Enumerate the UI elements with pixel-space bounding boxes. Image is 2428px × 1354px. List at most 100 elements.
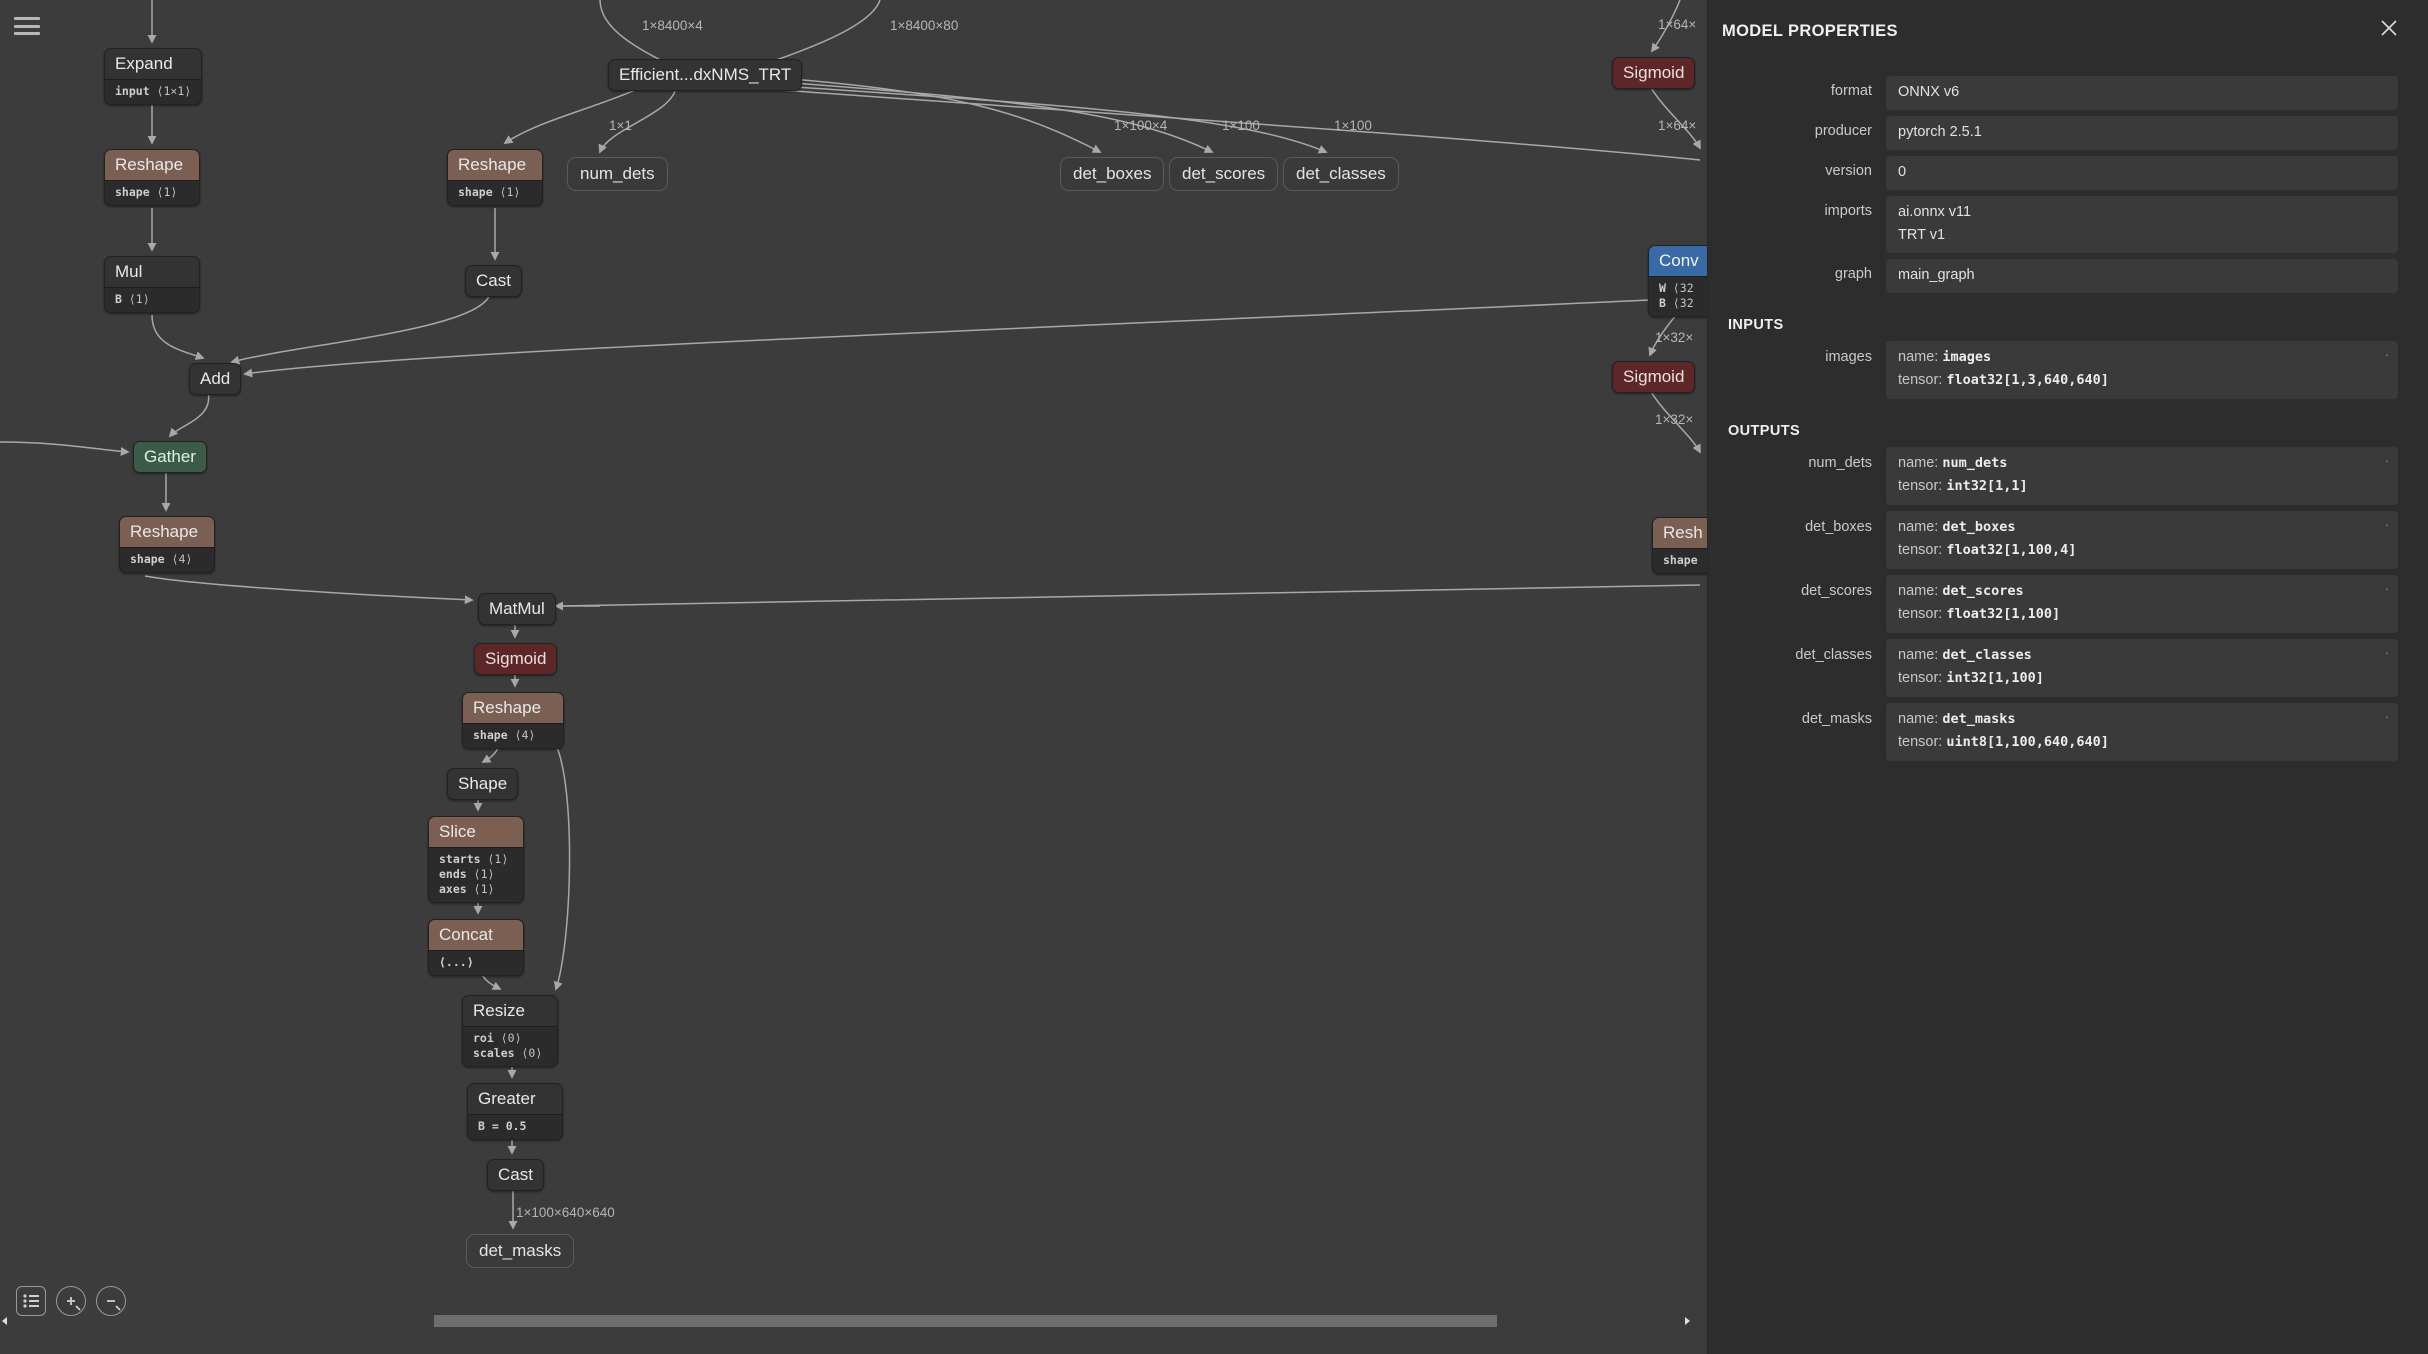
graph-node-resize[interactable]: Resize roi ⟨0⟩ scales ⟨0⟩ <box>462 995 558 1067</box>
properties-list-icon[interactable] <box>16 1286 46 1316</box>
graph-canvas[interactable]: Expand input ⟨1×1⟩ Reshape shape ⟨1⟩ Mul B ⟨1… <box>0 0 1707 1354</box>
graph-io-node-num_dets[interactable]: num_dets <box>567 157 668 191</box>
graph-node-attribute: B ⟨1⟩ <box>115 292 189 307</box>
property-value[interactable]: pytorch 2.5.1 <box>1886 116 2398 150</box>
graph-node-add[interactable]: Add <box>189 363 242 395</box>
attr-value: ⟨0⟩ <box>500 1031 522 1045</box>
attr-key: input <box>115 84 150 98</box>
graph-node-cast2[interactable]: Cast <box>487 1159 544 1191</box>
graph-node-sigmoid2[interactable]: Sigmoid <box>1612 57 1696 89</box>
zoom-out-icon[interactable] <box>96 1286 126 1316</box>
graph-node-attributes: W ⟨32 B ⟨32 <box>1649 277 1707 316</box>
zoom-in-icon[interactable] <box>56 1286 86 1316</box>
outputs-list: num_dets name: num_dets tensor: int32[1,1]… <box>1722 447 2398 761</box>
graph-node-slice[interactable]: Slice starts ⟨1⟩ ends ⟨1⟩ axes ⟨1⟩ <box>428 816 524 903</box>
io-name-key: name: <box>1898 455 1943 471</box>
graph-io-node-det_classes[interactable]: det_classes <box>1283 157 1399 191</box>
graph-node-reshape5[interactable]: Resh shape <box>1652 517 1707 574</box>
io-value[interactable]: name: det_scores tensor: float32[1,100] · <box>1886 575 2398 633</box>
io-value[interactable]: name: det_classes tensor: int32[1,100] · <box>1886 639 2398 697</box>
io-tensor-key: tensor: <box>1898 606 1947 622</box>
hamburger-menu-icon[interactable] <box>14 15 40 37</box>
graph-io-node-det_scores[interactable]: det_scores <box>1169 157 1279 191</box>
graph-node-reshape2[interactable]: Reshape shape ⟨4⟩ <box>119 516 215 573</box>
attr-key: ⟨...⟩ <box>439 955 474 969</box>
close-icon[interactable] <box>2376 15 2402 41</box>
horizontal-scrollbar[interactable] <box>0 1314 1694 1328</box>
row-expander-icon[interactable]: · <box>2385 582 2389 595</box>
graph-node-matmul[interactable]: MatMul <box>478 593 556 625</box>
scroll-left-arrow[interactable] <box>2 1317 7 1325</box>
graph-node-title: Reshape <box>105 150 199 181</box>
output-row-det_scores: det_scores name: det_scores tensor: float3… <box>1722 575 2398 633</box>
graph-node-reshape3[interactable]: Reshape shape ⟨1⟩ <box>447 149 543 206</box>
io-name-value: num_dets <box>1942 455 2008 471</box>
magnifier-minus-glyph <box>107 1300 121 1311</box>
io-tensor-value: float32[1,100] <box>1946 606 2061 622</box>
graph-node-reshape4[interactable]: Reshape shape ⟨4⟩ <box>462 692 564 749</box>
io-tensor-key: tensor: <box>1898 478 1947 494</box>
input-row-images: images name: images tensor: float32[1,3,64… <box>1722 341 2398 399</box>
graph-node-attribute: ⟨...⟩ <box>439 955 513 970</box>
magnifier-plus-glyph <box>67 1297 81 1311</box>
graph-node-sigmoid3[interactable]: Sigmoid <box>1612 361 1696 393</box>
graph-node-attributes: shape ⟨1⟩ <box>448 181 542 205</box>
attr-key: shape <box>130 552 165 566</box>
property-label: format <box>1830 83 1872 99</box>
row-expander-icon[interactable]: · <box>2385 646 2389 659</box>
io-name-line: name: det_boxes <box>1898 516 2386 539</box>
graph-node-attribute: roi ⟨0⟩ <box>473 1031 547 1046</box>
graph-io-node-det_boxes[interactable]: det_boxes <box>1060 157 1165 191</box>
row-expander-icon[interactable]: · <box>2385 518 2389 531</box>
graph-node-attribute: shape <box>1663 553 1707 568</box>
graph-io-node-det_masks[interactable]: det_masks <box>466 1234 575 1268</box>
graph-node-shape[interactable]: Shape <box>447 768 519 800</box>
io-tensor-key: tensor: <box>1898 670 1947 686</box>
attr-key: scales <box>473 1046 515 1060</box>
property-value[interactable]: 0 <box>1886 156 2398 190</box>
graph-node-title: Cast <box>488 1160 543 1190</box>
graph-node-sigmoid1[interactable]: Sigmoid <box>474 643 558 675</box>
io-value[interactable]: name: num_dets tensor: int32[1,1] · <box>1886 447 2398 505</box>
output-row-num_dets: num_dets name: num_dets tensor: int32[1,1]… <box>1722 447 2398 505</box>
io-label: det_classes <box>1795 647 1872 663</box>
io-name-key: name: <box>1898 583 1943 599</box>
io-name-value: det_masks <box>1942 711 2016 727</box>
row-expander-icon[interactable]: · <box>2385 454 2389 467</box>
io-value[interactable]: name: det_masks tensor: uint8[1,100,640,6… <box>1886 703 2398 761</box>
graph-node-concat[interactable]: Concat ⟨...⟩ <box>428 919 524 976</box>
graph-node-attribute: shape ⟨4⟩ <box>473 728 553 743</box>
io-value[interactable]: name: images tensor: float32[1,3,640,640]… <box>1886 341 2398 399</box>
row-expander-icon[interactable]: · <box>2385 348 2389 361</box>
io-label: det_scores <box>1801 583 1872 599</box>
graph-node-title: Efficient...dxNMS_TRT <box>609 60 802 90</box>
graph-node-title: Resh <box>1653 518 1707 549</box>
graph-node-mul[interactable]: Mul B ⟨1⟩ <box>104 256 200 313</box>
graph-node-nms[interactable]: Efficient...dxNMS_TRT <box>608 59 803 91</box>
graph-node-attributes: shape ⟨1⟩ <box>105 181 199 205</box>
graph-node-cast1[interactable]: Cast <box>465 265 522 297</box>
inputs-list: images name: images tensor: float32[1,3,64… <box>1722 341 2398 399</box>
io-value[interactable]: name: det_boxes tensor: float32[1,100,4] · <box>1886 511 2398 569</box>
attr-key: axes <box>439 882 467 896</box>
attr-value: ⟨1⟩ <box>128 292 150 306</box>
graph-node-expand[interactable]: Expand input ⟨1×1⟩ <box>104 48 203 105</box>
attr-value: ⟨0⟩ <box>521 1046 543 1060</box>
property-value[interactable]: main_graph <box>1886 259 2398 293</box>
graph-node-title: Resize <box>463 996 557 1027</box>
property-value[interactable]: ONNX v6 <box>1886 76 2398 110</box>
scroll-right-arrow[interactable] <box>1685 1317 1690 1325</box>
io-name-value: det_scores <box>1942 583 2024 599</box>
graph-node-title: MatMul <box>479 594 555 624</box>
property-value[interactable]: ai.onnx v11 TRT v1 <box>1886 196 2398 253</box>
graph-node-gather[interactable]: Gather <box>133 441 207 473</box>
graph-node-conv[interactable]: Conv W ⟨32 B ⟨32 <box>1648 245 1707 317</box>
graph-node-greater[interactable]: Greater B = 0.5 <box>467 1083 563 1140</box>
property-value-line: pytorch 2.5.1 <box>1898 124 1982 140</box>
inputs-section-title: INPUTS <box>1728 317 1784 333</box>
io-tensor-value: float32[1,100,4] <box>1946 542 2077 558</box>
graph-node-attributes: shape ⟨4⟩ <box>463 724 563 748</box>
graph-node-reshape1[interactable]: Reshape shape ⟨1⟩ <box>104 149 200 206</box>
horizontal-scroll-thumb[interactable] <box>434 1315 1497 1327</box>
row-expander-icon[interactable]: · <box>2385 710 2389 723</box>
